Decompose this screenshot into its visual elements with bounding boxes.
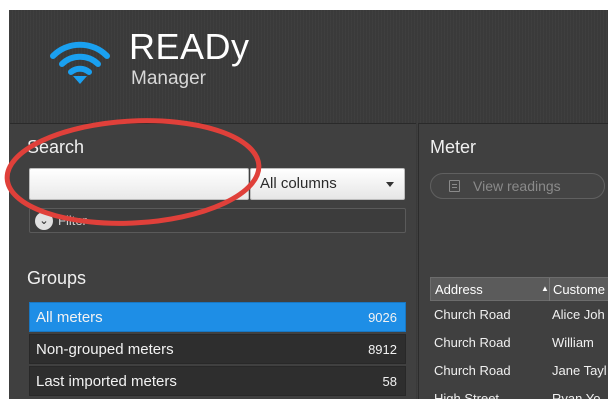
caret-down-icon <box>386 182 394 187</box>
meter-table: Address ▲ Custome Church Road Alice Joh … <box>430 277 608 399</box>
table-row[interactable]: High Street Ryan Yo <box>430 385 608 399</box>
cell-address: Church Road <box>434 307 511 322</box>
app-subtitle: Manager <box>131 68 206 89</box>
cell-address: Church Road <box>434 363 511 378</box>
cell-customer: Ryan Yo <box>552 391 601 399</box>
cell-address: Church Road <box>434 335 511 350</box>
left-panel: Search All columns ⌄ Filter Groups All m… <box>10 123 416 399</box>
search-input[interactable] <box>29 168 249 200</box>
document-icon <box>449 180 460 192</box>
group-item-label: Non-grouped meters <box>36 341 174 358</box>
cell-customer: Alice Joh <box>552 307 605 322</box>
groups-title: Groups <box>27 268 87 288</box>
column-divider[interactable] <box>549 278 550 301</box>
filter-toggle[interactable]: ⌄ Filter <box>29 208 406 233</box>
column-header-address[interactable]: Address <box>435 282 483 297</box>
view-readings-label: View readings <box>473 178 561 194</box>
cell-address: High Street <box>434 391 500 399</box>
group-item-count: 9026 <box>368 310 397 325</box>
chevron-down-icon[interactable]: ⌄ <box>35 212 53 230</box>
column-header-customer[interactable]: Custome <box>553 282 605 297</box>
app-window: READy Manager Search All columns ⌄ Filte… <box>9 10 608 399</box>
filter-label: Filter <box>58 213 87 228</box>
cell-customer: Jane Tayl <box>552 363 607 378</box>
group-item-count: 58 <box>382 374 397 389</box>
meter-panel: Meter View readings Address ▲ Custome Ch… <box>418 123 608 399</box>
table-row[interactable]: Church Road William <box>430 329 608 357</box>
column-select[interactable]: All columns <box>250 168 405 200</box>
app-header: READy Manager <box>9 10 608 120</box>
cell-customer: William <box>552 335 594 350</box>
meter-title: Meter <box>430 137 477 157</box>
table-row[interactable]: Church Road Jane Tayl <box>430 357 608 385</box>
groups-list: All meters 9026 Non-grouped meters 8912 … <box>29 302 406 398</box>
table-row[interactable]: Church Road Alice Joh <box>430 301 608 329</box>
group-item-all-meters[interactable]: All meters 9026 <box>29 302 406 332</box>
column-select-label: All columns <box>260 175 337 192</box>
group-item-last-imported-meters[interactable]: Last imported meters 58 <box>29 366 406 396</box>
group-item-label: Last imported meters <box>36 373 177 390</box>
group-item-non-grouped-meters[interactable]: Non-grouped meters 8912 <box>29 334 406 364</box>
view-readings-button[interactable]: View readings <box>430 173 605 199</box>
table-header-row: Address ▲ Custome <box>430 277 608 301</box>
search-title: Search <box>27 137 85 157</box>
wifi-signal-icon <box>50 41 110 84</box>
app-name: READy <box>129 26 250 67</box>
group-item-count: 8912 <box>368 342 397 357</box>
group-item-label: All meters <box>36 309 103 326</box>
sort-ascending-icon[interactable]: ▲ <box>541 284 549 293</box>
